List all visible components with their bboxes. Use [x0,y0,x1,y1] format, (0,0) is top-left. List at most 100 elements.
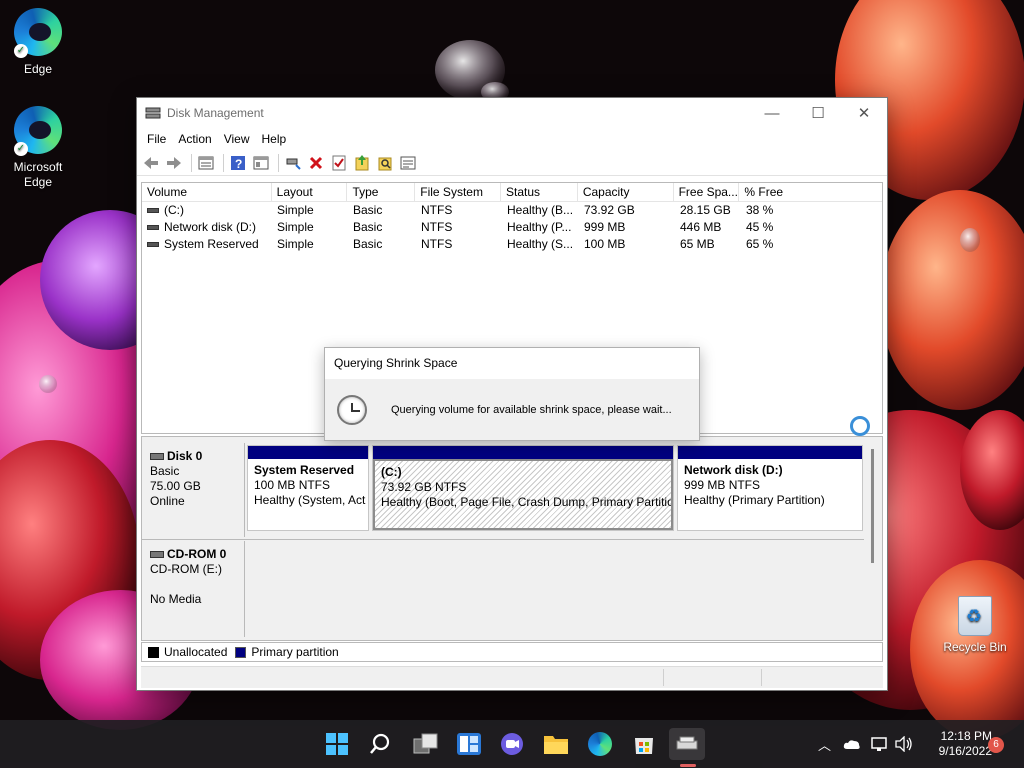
volume-row[interactable]: System Reserved Simple Basic NTFS Health… [142,236,882,253]
partition-status: Healthy (Boot, Page File, Crash Dump, Pr… [381,495,673,509]
file-system-cell: NTFS [421,203,453,217]
toolbar: ? [137,150,887,176]
disk-0-label[interactable]: Disk 0 Basic 75.00 GB Online [142,443,245,537]
free-space-cell: 446 MB [680,220,722,234]
disk-state: Online [150,494,185,508]
desktop-icon-microsoft-edge[interactable]: ✓ Microsoft Edge [0,104,76,190]
toolbar-separator [223,153,224,172]
desktop-icon-edge[interactable]: ✓ Edge [0,6,76,77]
volume-button[interactable] [895,720,913,768]
edge-icon [588,732,612,756]
speaker-icon [895,736,912,752]
legend-label-primary: Primary partition [251,645,339,659]
partition-status: Healthy (System, Act [254,493,366,507]
menu-view[interactable]: View [218,132,256,146]
percent-free-cell: 45 % [746,220,774,234]
status-bar [141,666,883,688]
tray-overflow-button[interactable]: ︿ [818,720,831,768]
column-header-layout[interactable]: Layout [272,183,348,202]
divider [142,539,864,540]
capacity-cell: 999 MB [584,220,626,234]
cdrom-0-label[interactable]: CD-ROM 0 CD-ROM (E:) No Media [142,541,245,637]
forward-arrow-icon[interactable] [164,153,184,173]
volume-cell: System Reserved [142,236,272,253]
hard-disk-icon [150,453,164,461]
back-arrow-icon[interactable] [141,153,161,173]
connect-icon[interactable] [283,153,303,173]
volume-row[interactable]: (C:) Simple Basic NTFS Healthy (B... 73.… [142,202,882,219]
store-button[interactable] [628,728,660,760]
vertical-scrollbar[interactable] [871,449,874,563]
properties-icon[interactable] [251,153,271,173]
column-headers: Volume Layout Type File System Status Ca… [142,183,882,202]
desktop-icon-label: Recycle Bin [943,640,1007,654]
start-button[interactable] [321,728,353,760]
title-bar[interactable]: Disk Management — ☐ ✕ [137,98,887,128]
partition-name: System Reserved [254,463,355,477]
dialog-title[interactable]: Querying Shrink Space [325,348,699,379]
cdrom-drive: CD-ROM (E:) [150,562,222,576]
help-icon[interactable]: ? [228,153,248,173]
cdrom-icon [150,551,164,559]
chevron-up-icon: ︿ [818,737,832,753]
column-header-free-space[interactable]: Free Spa... [674,183,740,202]
notification-count-badge[interactable]: 6 [988,737,1004,753]
disk-management-app-icon [145,107,161,119]
widgets-button[interactable] [453,728,485,760]
maximize-button[interactable]: ☐ [795,98,841,128]
network-button[interactable] [871,720,889,768]
minimize-button[interactable]: — [749,98,795,128]
disk-size: 75.00 GB [150,479,201,493]
task-view-button[interactable] [410,728,442,760]
column-header-volume[interactable]: Volume [142,183,272,202]
list-view-icon[interactable] [196,153,216,173]
column-header-percent-free[interactable]: % Free [739,183,882,202]
column-header-file-system[interactable]: File System [415,183,502,202]
volume-row[interactable]: Network disk (D:) Simple Basic NTFS Heal… [142,219,882,236]
taskbar-clock[interactable]: 12:18 PM 9/16/2022 [920,729,992,759]
close-button[interactable]: ✕ [841,98,887,128]
taskbar-search-button[interactable] [364,728,396,760]
check-icon[interactable] [329,153,349,173]
partition-name: (C:) [381,465,402,479]
search-icon[interactable] [375,153,395,173]
chat-button[interactable] [496,728,528,760]
export-icon[interactable] [352,153,372,173]
menu-bar: File Action View Help [137,128,887,150]
volume-name: (C:) [164,203,184,217]
desktop-icon-recycle-bin[interactable]: Recycle Bin [938,596,1012,654]
disk-management-taskbar-button[interactable] [669,728,705,760]
status-separator [761,669,762,686]
dialog-body: Querying volume for available shrink spa… [325,379,699,440]
column-header-status[interactable]: Status [501,183,578,202]
desktop-icon-label: Microsoft Edge [13,160,63,189]
busy-spinner-icon [850,416,870,436]
disk-graphical-view: Disk 0 Basic 75.00 GB Online System Rese… [141,436,883,641]
file-explorer-button[interactable] [540,728,572,760]
layout-cell: Simple [277,237,314,251]
onedrive-button[interactable] [843,720,861,768]
status-separator [663,669,664,686]
column-header-capacity[interactable]: Capacity [578,183,674,202]
cloud-icon [843,740,860,749]
menu-action[interactable]: Action [172,132,217,146]
volume-name: Network disk (D:) [164,220,257,234]
network-icon [871,737,887,751]
volume-icon [147,225,159,231]
recycle-bin-icon [958,596,992,636]
partition-body: System Reserved 100 MB NTFS Healthy (Sys… [248,459,368,530]
partition-color-bar [373,446,673,459]
partition-c-selected[interactable]: (C:) 73.92 GB NTFS Healthy (Boot, Page F… [372,445,674,531]
partition-network-disk-d[interactable]: Network disk (D:) 999 MB NTFS Healthy (P… [677,445,863,531]
delete-icon[interactable] [306,153,326,173]
edge-taskbar-button[interactable] [584,728,616,760]
menu-help[interactable]: Help [256,132,293,146]
status-cell: Healthy (S... [507,237,574,251]
menu-file[interactable]: File [141,132,172,146]
column-header-type[interactable]: Type [347,183,416,202]
free-space-cell: 28.15 GB [680,203,731,217]
percent-free-cell: 65 % [746,237,774,251]
partition-system-reserved[interactable]: System Reserved 100 MB NTFS Healthy (Sys… [247,445,369,531]
settings-list-icon[interactable] [398,153,418,173]
type-cell: Basic [353,203,383,217]
